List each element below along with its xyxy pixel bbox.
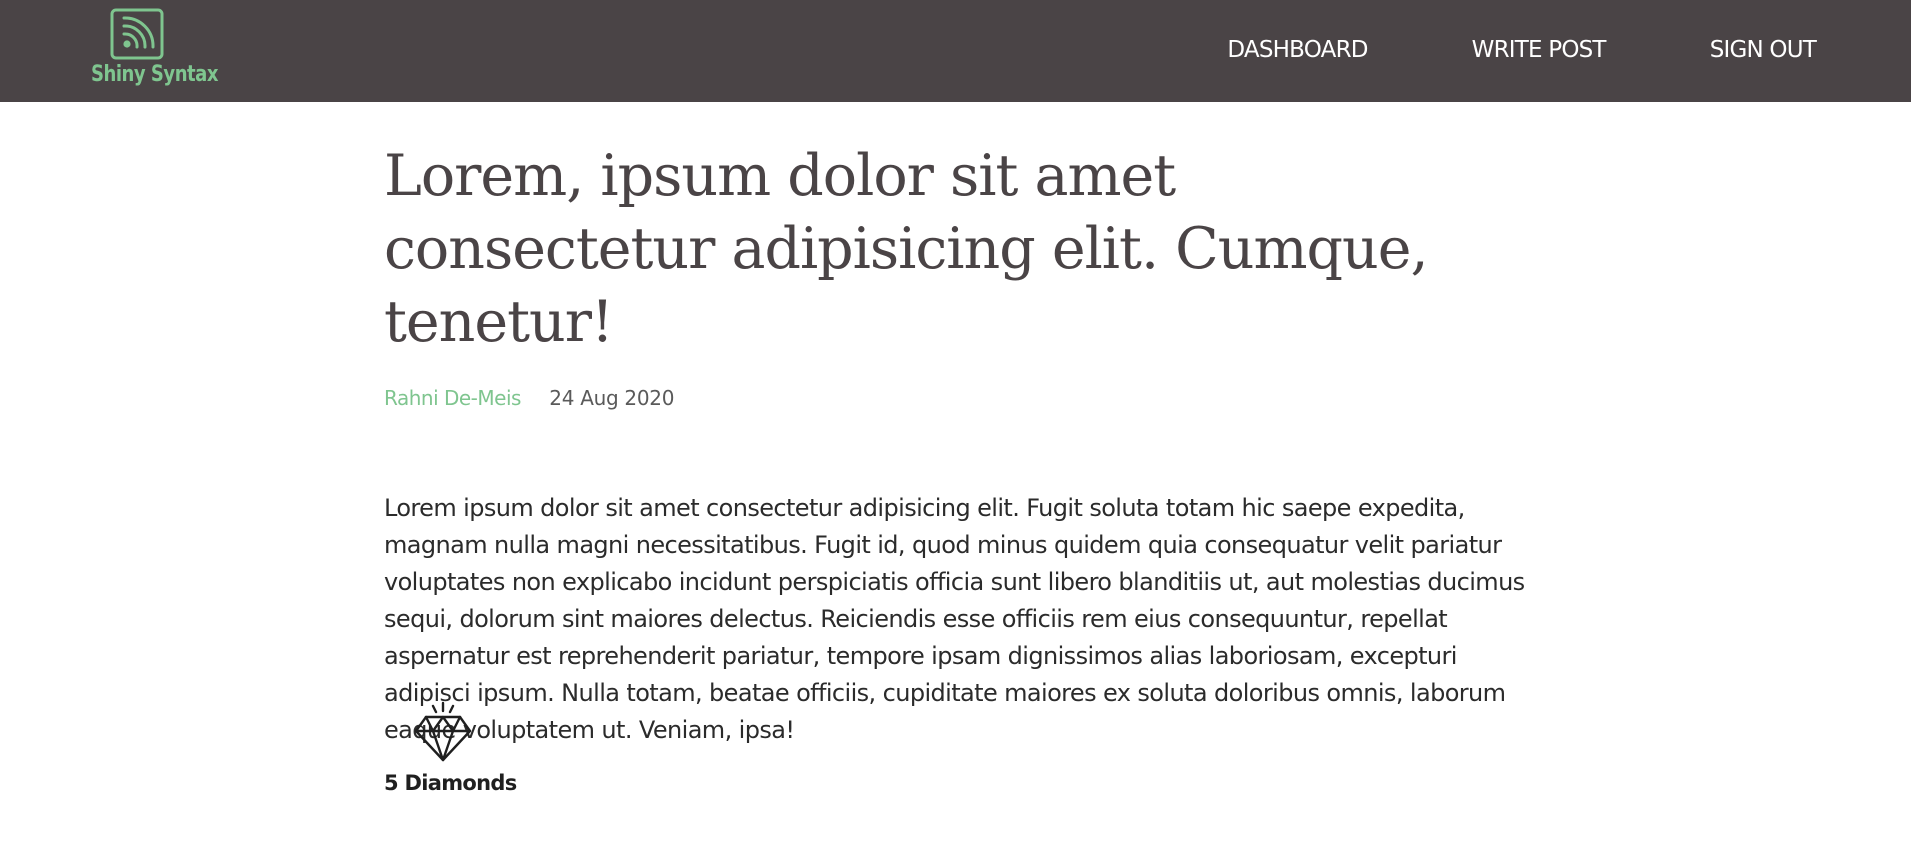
nav-dashboard-link[interactable]: DASHBOARD	[1227, 34, 1368, 66]
main-nav: DASHBOARD WRITE POST SIGN OUT	[1227, 34, 1816, 66]
nav-sign-out-link[interactable]: SIGN OUT	[1710, 34, 1817, 66]
post-body: Lorem ipsum dolor sit amet consectetur a…	[384, 494, 1525, 744]
top-navbar: Shiny Syntax DASHBOARD WRITE POST SIGN O…	[0, 0, 1911, 102]
post-date: 24 Aug 2020	[549, 386, 675, 410]
diamond-icon	[412, 701, 474, 763]
post-title: Lorem, ipsum dolor sit amet consectetur …	[384, 143, 1429, 355]
brand-name: Shiny Syntax	[90, 62, 219, 87]
rss-feed-icon	[110, 8, 164, 60]
post-author-link[interactable]: Rahni De-Meis	[384, 386, 521, 410]
post-article: Lorem, ipsum dolor sit amet consectetur …	[384, 140, 1534, 749]
diamond-reward-button[interactable]: 5 Diamonds	[384, 701, 524, 801]
post-meta: Rahni De-Meis 24 Aug 2020	[384, 383, 1534, 413]
nav-write-post-link[interactable]: WRITE POST	[1472, 34, 1607, 66]
brand-logo-link[interactable]: Shiny Syntax	[80, 8, 219, 92]
diamond-count-label: 5 Diamonds	[384, 771, 517, 795]
